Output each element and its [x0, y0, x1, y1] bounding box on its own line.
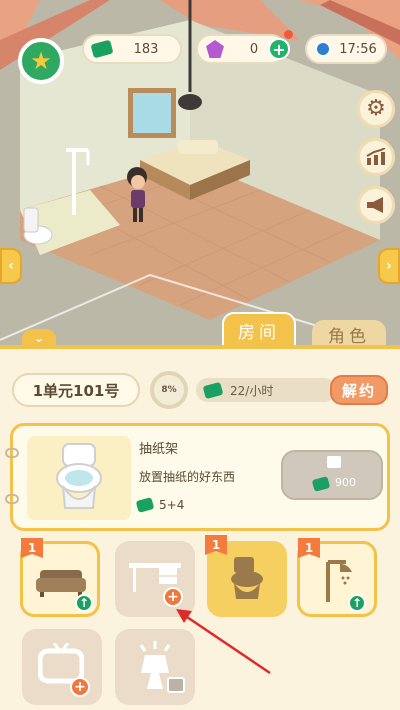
- tab-character[interactable]: 角色: [312, 320, 386, 345]
- binder-ring: [5, 494, 19, 504]
- item-price: 900: [335, 476, 356, 489]
- stats-button[interactable]: [357, 138, 395, 176]
- scroll-right-button[interactable]: ›: [378, 248, 400, 284]
- room-name-label: 1单元101号: [12, 373, 140, 407]
- slot-badge: 1: [21, 538, 43, 558]
- cash-icon: [135, 497, 155, 513]
- lock-icon: [327, 456, 341, 468]
- chevron-left-icon: ‹: [8, 258, 14, 274]
- annotation-arrow: [176, 609, 271, 675]
- clock-icon: [315, 41, 331, 57]
- chevron-down-icon: ⌄: [33, 331, 45, 345]
- upgrade-arrow-icon: ↑: [75, 594, 93, 612]
- clock-display: 17:56: [305, 34, 387, 64]
- slot-badge: 1: [205, 535, 227, 555]
- notification-dot: [284, 30, 293, 39]
- cash-icon: [202, 381, 224, 399]
- occupancy-progress: 8%: [150, 371, 188, 409]
- add-gems-button[interactable]: +: [268, 38, 290, 60]
- item-reward-value: 5+4: [159, 498, 185, 512]
- collapse-panel-button[interactable]: ⌄: [22, 329, 56, 345]
- income-rate-value: 22/小时: [230, 383, 274, 398]
- item-description: 放置抽纸的好东西: [139, 470, 236, 484]
- scroll-left-button[interactable]: ‹: [0, 248, 22, 284]
- cash-icon: [311, 476, 331, 492]
- toilet-icon: [56, 443, 102, 509]
- item-slot-sofa[interactable]: 1 ↑: [20, 538, 100, 617]
- megaphone-icon: [367, 197, 383, 213]
- chevron-right-icon: ›: [386, 258, 392, 274]
- add-icon: +: [70, 677, 90, 697]
- item-slot-shower[interactable]: 1 ↑: [297, 538, 377, 617]
- income-rate-bar: 22/小时: [196, 378, 336, 402]
- clock-value: 17:56: [339, 41, 377, 57]
- binder-ring: [5, 448, 19, 458]
- selected-item-card: 抽纸架 放置抽纸的好东西 5+4 900: [5, 423, 390, 531]
- gear-icon: ⚙: [366, 96, 386, 121]
- item-title: 抽纸架: [139, 442, 179, 457]
- cash-value: 183: [133, 41, 159, 57]
- settings-button[interactable]: ⚙: [357, 90, 395, 128]
- item-preview: [27, 436, 131, 520]
- game-scene[interactable]: ★ 183 0 + 17:56 ⚙ ‹ › ⌄ 房间 角色: [0, 0, 400, 345]
- item-reward: 5+4: [135, 497, 185, 513]
- slot-badge: 1: [298, 538, 320, 558]
- progress-percent: 8%: [161, 385, 177, 395]
- item-slot-tv[interactable]: +: [22, 629, 102, 705]
- bottom-panel: 1单元101号 8% 22/小时 解约 抽纸架 放置抽纸的好东西 5+4 900…: [0, 345, 400, 710]
- cash-counter: 183: [82, 34, 182, 64]
- cash-icon: [90, 39, 114, 59]
- star-icon: ★: [30, 47, 52, 75]
- tab-room[interactable]: 房间: [222, 312, 296, 345]
- level-star-button[interactable]: ★: [18, 38, 64, 84]
- upgrade-arrow-icon: ↑: [348, 594, 366, 612]
- chart-up-icon: [366, 148, 386, 165]
- gem-icon: [206, 40, 224, 58]
- buy-item-button[interactable]: 900: [281, 450, 383, 500]
- sofa-icon: [36, 570, 86, 597]
- terminate-lease-button[interactable]: 解约: [330, 375, 388, 405]
- announcement-button[interactable]: [357, 186, 395, 224]
